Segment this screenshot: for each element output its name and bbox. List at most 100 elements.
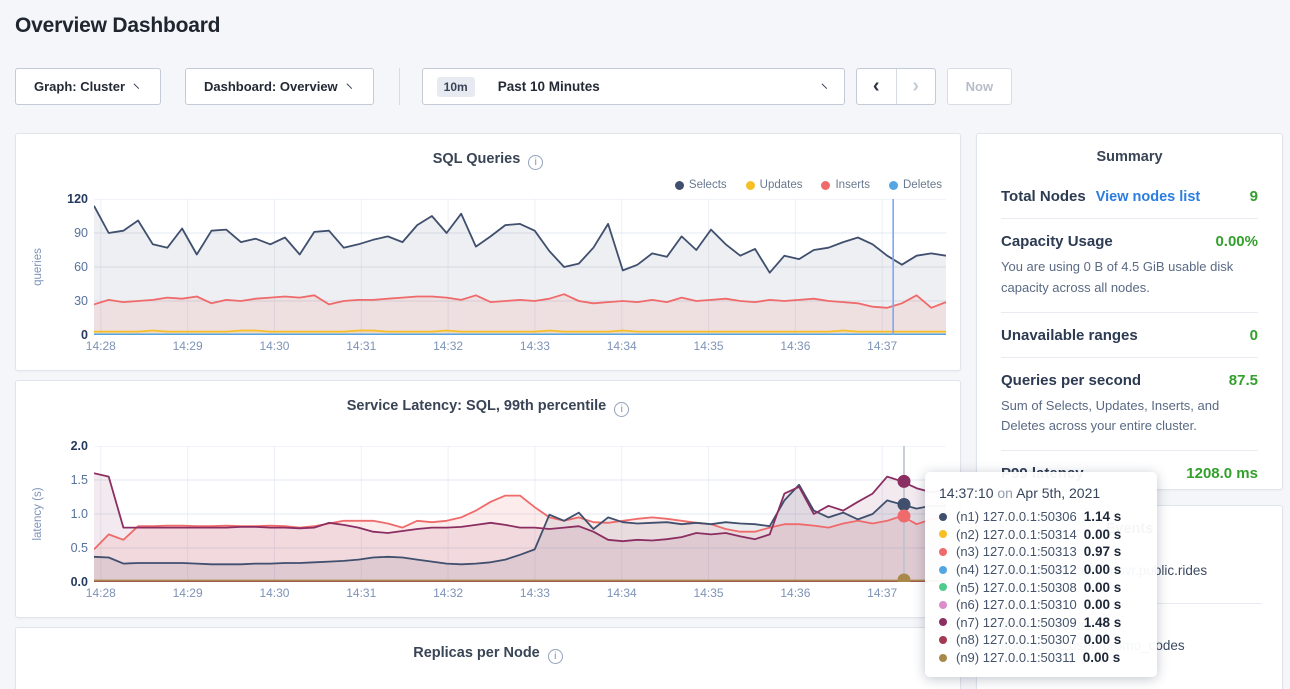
x-axis-tick: 14:30: [259, 586, 289, 600]
now-button[interactable]: Now: [947, 68, 1012, 105]
tooltip-node-value: 0.97 s: [1084, 544, 1122, 559]
dashboard-dropdown-label: Dashboard: Overview: [204, 79, 338, 94]
tooltip-node-label: (n1) 127.0.0.1:50306: [956, 509, 1077, 524]
chart-title-replicas-per-node: Replicas per Node: [413, 645, 540, 661]
sql-queries-plot[interactable]: queries 030609012014:2814:2914:3014:3114…: [94, 199, 946, 335]
legend-item-inserts[interactable]: Inserts: [821, 179, 870, 191]
y-axis-tick: 1.5: [48, 473, 88, 487]
time-prev-button[interactable]: ‹: [857, 69, 896, 104]
series-color-dot: [939, 618, 947, 626]
page-title: Overview Dashboard: [15, 14, 220, 38]
x-axis-tick: 14:31: [346, 586, 376, 600]
summary-row-label: Capacity Usage: [1001, 233, 1113, 250]
x-axis-tick: 14:28: [86, 339, 116, 353]
summary-row-value: 0: [1250, 327, 1258, 344]
time-next-button[interactable]: ›: [896, 69, 935, 104]
time-range-label: Past 10 Minutes: [498, 79, 600, 94]
legend-label: Inserts: [835, 179, 870, 191]
tooltip-node-label: (n7) 127.0.0.1:50309: [956, 615, 1077, 630]
y-axis-tick: 30: [48, 294, 88, 308]
legend-label: Deletes: [903, 179, 942, 191]
y-axis-title: latency (s): [32, 487, 44, 540]
x-axis-tick: 14:34: [607, 339, 637, 353]
series-color-dot: [939, 636, 947, 644]
x-axis-tick: 14:30: [259, 339, 289, 353]
chart-hover-tooltip: 14:37:10 on Apr 5th, 2021 (n1) 127.0.0.1…: [925, 472, 1157, 677]
y-axis-tick: 0.5: [48, 541, 88, 555]
tooltip-row: (n3) 127.0.0.1:50313 0.97 s: [939, 543, 1143, 561]
tooltip-row: (n2) 127.0.0.1:503140.00 s: [939, 526, 1143, 544]
chart-title-sql-queries: SQL Queries: [433, 151, 521, 167]
y-axis-tick: 120: [48, 192, 88, 206]
legend-item-selects[interactable]: Selects: [675, 179, 727, 191]
tooltip-node-label: (n4) 127.0.0.1:50312: [956, 562, 1077, 577]
tooltip-node-label: (n2) 127.0.0.1:50314: [956, 527, 1077, 542]
chart-canvas[interactable]: [94, 199, 946, 335]
graph-scope-dropdown[interactable]: Graph: Cluster: [15, 68, 161, 105]
x-axis-tick: 14:33: [520, 339, 550, 353]
info-icon[interactable]: i: [614, 402, 629, 417]
chart-canvas[interactable]: [94, 446, 946, 582]
info-icon[interactable]: i: [548, 649, 563, 664]
tooltip-node-value: 0.00 s: [1084, 597, 1122, 612]
time-range-dropdown[interactable]: 10m Past 10 Minutes: [422, 68, 845, 105]
summary-row-value: 9: [1250, 188, 1258, 205]
summary-panel: Summary Total NodesView nodes list9Capac…: [976, 133, 1283, 490]
replicas-per-node-chart-card: Replicas per Node i: [15, 627, 961, 689]
summary-row: Capacity Usage0.00%You are using 0 B of …: [1001, 218, 1258, 312]
info-icon[interactable]: i: [528, 155, 543, 170]
summary-row-value: 1208.0 ms: [1186, 465, 1258, 482]
x-axis-tick: 14:31: [346, 339, 376, 353]
tooltip-node-label: (n6) 127.0.0.1:50310: [956, 597, 1077, 612]
x-axis-tick: 14:36: [780, 586, 810, 600]
summary-row-value: 0.00%: [1215, 233, 1258, 250]
tooltip-timestamp: 14:37:10 on Apr 5th, 2021: [939, 485, 1143, 501]
x-axis-tick: 14:33: [520, 586, 550, 600]
graph-scope-dropdown-label: Graph: Cluster: [34, 79, 125, 94]
x-axis-tick: 14:29: [173, 586, 203, 600]
legend-label: Updates: [760, 179, 803, 191]
legend-item-deletes[interactable]: Deletes: [889, 179, 942, 191]
tooltip-node-label: (n9) 127.0.0.1:50311: [956, 650, 1076, 665]
tooltip-node-value: 0.00 s: [1083, 650, 1121, 665]
tooltip-node-label: (n8) 127.0.0.1:50307: [956, 632, 1077, 647]
series-color-dot: [939, 513, 947, 521]
view-nodes-list-link[interactable]: View nodes list: [1096, 189, 1201, 205]
series-color-dot: [939, 583, 947, 591]
legend-color-dot: [821, 181, 830, 190]
time-range-badge: 10m: [437, 77, 475, 97]
tooltip-node-value: 1.48 s: [1084, 615, 1122, 630]
x-axis-tick: 14:36: [780, 339, 810, 353]
x-axis-tick: 14:32: [433, 586, 463, 600]
summary-row-description: Sum of Selects, Updates, Inserts, and De…: [1001, 396, 1258, 438]
dashboard-dropdown[interactable]: Dashboard: Overview: [185, 68, 374, 105]
tooltip-time: 14:37:10: [939, 485, 994, 501]
legend-item-updates[interactable]: Updates: [746, 179, 803, 191]
x-axis-tick: 14:29: [173, 339, 203, 353]
service-latency-plot[interactable]: latency (s) 0.00.51.01.52.014:2814:2914:…: [94, 446, 946, 582]
legend-color-dot: [746, 181, 755, 190]
y-axis-tick: 0: [48, 328, 88, 342]
tooltip-row: (n1) 127.0.0.1:503061.14 s: [939, 508, 1143, 526]
series-color-dot: [939, 530, 947, 538]
tooltip-row: (n4) 127.0.0.1:50312 0.00 s: [939, 561, 1143, 579]
tooltip-row: (n8) 127.0.0.1:503070.00 s: [939, 631, 1143, 649]
x-axis-tick: 14:32: [433, 339, 463, 353]
tooltip-node-value: 0.00 s: [1084, 562, 1122, 577]
series-color-dot: [939, 654, 947, 662]
tooltip-node-label: (n5) 127.0.0.1:50308: [956, 580, 1077, 595]
tooltip-node-label: (n3) 127.0.0.1:50313: [956, 544, 1077, 559]
chevron-down-icon: [821, 79, 831, 89]
legend-color-dot: [675, 181, 684, 190]
charts-column: SQL Queries i Selects Updates Inserts Delete…: [15, 133, 961, 689]
chevron-down-icon: [346, 79, 356, 89]
toolbar: Graph: Cluster Dashboard: Overview 10m P…: [15, 68, 1012, 105]
y-axis-tick: 2.0: [48, 439, 88, 453]
chart-legend: Selects Updates Inserts Deletes: [675, 179, 942, 191]
series-color-dot: [939, 548, 947, 556]
x-axis-tick: 14:28: [86, 586, 116, 600]
x-axis-tick: 14:35: [694, 339, 724, 353]
y-axis-title: queries: [32, 248, 44, 286]
summary-row-value: 87.5: [1229, 372, 1258, 389]
x-axis-tick: 14:37: [867, 339, 897, 353]
